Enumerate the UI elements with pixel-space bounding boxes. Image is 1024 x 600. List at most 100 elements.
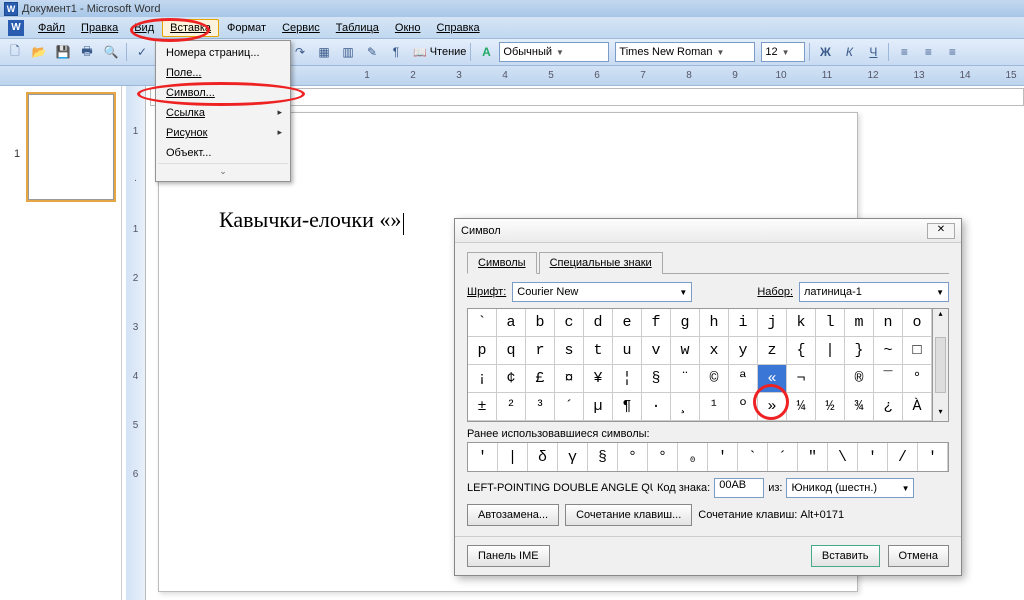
set-combo[interactable]: латиница-1▼ [799, 282, 949, 302]
char-cell[interactable]: ` [468, 309, 497, 337]
char-cell[interactable]: ¨ [671, 365, 700, 393]
char-cell[interactable]: ª [729, 365, 758, 393]
autocorrect-button[interactable]: Автозамена... [467, 504, 559, 526]
recent-cell[interactable]: | [498, 443, 528, 471]
char-cell[interactable]: i [729, 309, 758, 337]
recent-cell[interactable]: ´ [768, 443, 798, 471]
char-cell[interactable]: ¾ [845, 393, 874, 421]
align-left-icon[interactable]: ≡ [893, 41, 915, 63]
char-cell[interactable]: ¢ [497, 365, 526, 393]
menu-view[interactable]: Вид [126, 19, 162, 37]
char-cell[interactable]: » [758, 393, 787, 421]
char-cell[interactable]: ± [468, 393, 497, 421]
char-cell[interactable]: ® [845, 365, 874, 393]
char-cell[interactable]: { [787, 337, 816, 365]
char-cell[interactable]: £ [526, 365, 555, 393]
preview-icon[interactable]: 🔍 [100, 41, 122, 63]
char-cell[interactable]: ¡ [468, 365, 497, 393]
pilcrow-icon[interactable]: ¶ [385, 41, 407, 63]
print-icon[interactable]: 🖶 [76, 41, 98, 63]
recent-grid[interactable]: ′|δγ§°°₀′`´"\ʹ/ʹ [467, 442, 949, 472]
menu-expand-icon[interactable]: ⌄ [158, 163, 288, 179]
code-input[interactable]: 00AB [714, 478, 764, 498]
char-cell[interactable]: ¶ [613, 393, 642, 421]
insert-button[interactable]: Вставить [811, 545, 880, 567]
char-cell[interactable]: À [903, 393, 932, 421]
char-cell[interactable]: d [584, 309, 613, 337]
char-cell[interactable]: w [671, 337, 700, 365]
close-button[interactable]: ✕ [927, 223, 955, 239]
char-cell[interactable]: ¿ [874, 393, 903, 421]
recent-cell[interactable]: ° [648, 443, 678, 471]
char-cell[interactable]: § [642, 365, 671, 393]
menu-tools[interactable]: Сервис [274, 19, 328, 37]
menu-object[interactable]: Объект... [158, 143, 288, 163]
ime-button[interactable]: Панель IME [467, 545, 550, 567]
drawing-icon[interactable]: ✎ [361, 41, 383, 63]
char-cell[interactable]: ² [497, 393, 526, 421]
char-cell[interactable]: h [700, 309, 729, 337]
grid-scrollbar[interactable]: ▴▾ [933, 308, 949, 422]
redo-icon[interactable]: ↷ [289, 41, 311, 63]
char-cell[interactable]: ¤ [555, 365, 584, 393]
tab-special[interactable]: Специальные знаки [539, 252, 663, 274]
menu-edit[interactable]: Правка [73, 19, 126, 37]
char-cell[interactable]: o [903, 309, 932, 337]
char-cell[interactable]: ½ [816, 393, 845, 421]
char-cell[interactable]: ¬ [787, 365, 816, 393]
char-cell[interactable]: f [642, 309, 671, 337]
char-cell[interactable]: m [845, 309, 874, 337]
italic-button[interactable]: К [838, 41, 860, 63]
char-cell[interactable]: © [700, 365, 729, 393]
char-cell[interactable]: g [671, 309, 700, 337]
char-cell[interactable]: □ [903, 337, 932, 365]
underline-button[interactable]: Ч [862, 41, 884, 63]
recent-cell[interactable]: ° [618, 443, 648, 471]
page-thumbnail[interactable] [28, 94, 114, 200]
reading-button[interactable]: 📖Чтение [413, 46, 466, 59]
align-center-icon[interactable]: ≡ [917, 41, 939, 63]
recent-cell[interactable]: ′ [708, 443, 738, 471]
styles-icon[interactable]: A [475, 41, 497, 63]
char-cell[interactable]: j [758, 309, 787, 337]
app-icon[interactable]: W [8, 20, 24, 36]
char-cell[interactable]: ~ [874, 337, 903, 365]
char-cell[interactable]: k [787, 309, 816, 337]
char-cell[interactable]: n [874, 309, 903, 337]
char-cell[interactable]: q [497, 337, 526, 365]
menu-page-numbers[interactable]: Номера страниц... [158, 43, 288, 63]
font-combo[interactable]: Times New Roman▼ [615, 42, 755, 62]
char-cell[interactable]: v [642, 337, 671, 365]
char-cell[interactable]: y [729, 337, 758, 365]
char-cell[interactable]: ¹ [700, 393, 729, 421]
font-combo-dialog[interactable]: Courier New▼ [512, 282, 692, 302]
shortcut-button[interactable]: Сочетание клавиш... [565, 504, 692, 526]
open-icon[interactable]: 📂 [28, 41, 50, 63]
char-cell[interactable]: e [613, 309, 642, 337]
recent-cell[interactable]: ʹ [918, 443, 948, 471]
recent-cell[interactable]: " [798, 443, 828, 471]
recent-cell[interactable]: / [888, 443, 918, 471]
align-right-icon[interactable]: ≡ [941, 41, 963, 63]
char-cell[interactable]: | [816, 337, 845, 365]
menu-symbol[interactable]: Символ... [158, 83, 288, 103]
char-cell[interactable]: ¯ [874, 365, 903, 393]
char-cell[interactable]: ­ [816, 365, 845, 393]
style-combo[interactable]: Обычный▼ [499, 42, 609, 62]
char-cell[interactable]: ¥ [584, 365, 613, 393]
cancel-button[interactable]: Отмена [888, 545, 949, 567]
columns-icon[interactable]: ▥ [337, 41, 359, 63]
char-cell[interactable]: x [700, 337, 729, 365]
menu-table[interactable]: Таблица [328, 19, 387, 37]
save-icon[interactable]: 💾 [52, 41, 74, 63]
char-cell[interactable]: µ [584, 393, 613, 421]
char-cell[interactable]: z [758, 337, 787, 365]
char-cell[interactable]: b [526, 309, 555, 337]
char-cell[interactable]: ¸ [671, 393, 700, 421]
table-icon[interactable]: ▦ [313, 41, 335, 63]
bold-button[interactable]: Ж [814, 41, 836, 63]
char-cell[interactable]: ° [903, 365, 932, 393]
recent-cell[interactable]: ʹ [858, 443, 888, 471]
char-cell[interactable]: } [845, 337, 874, 365]
char-cell[interactable]: ³ [526, 393, 555, 421]
